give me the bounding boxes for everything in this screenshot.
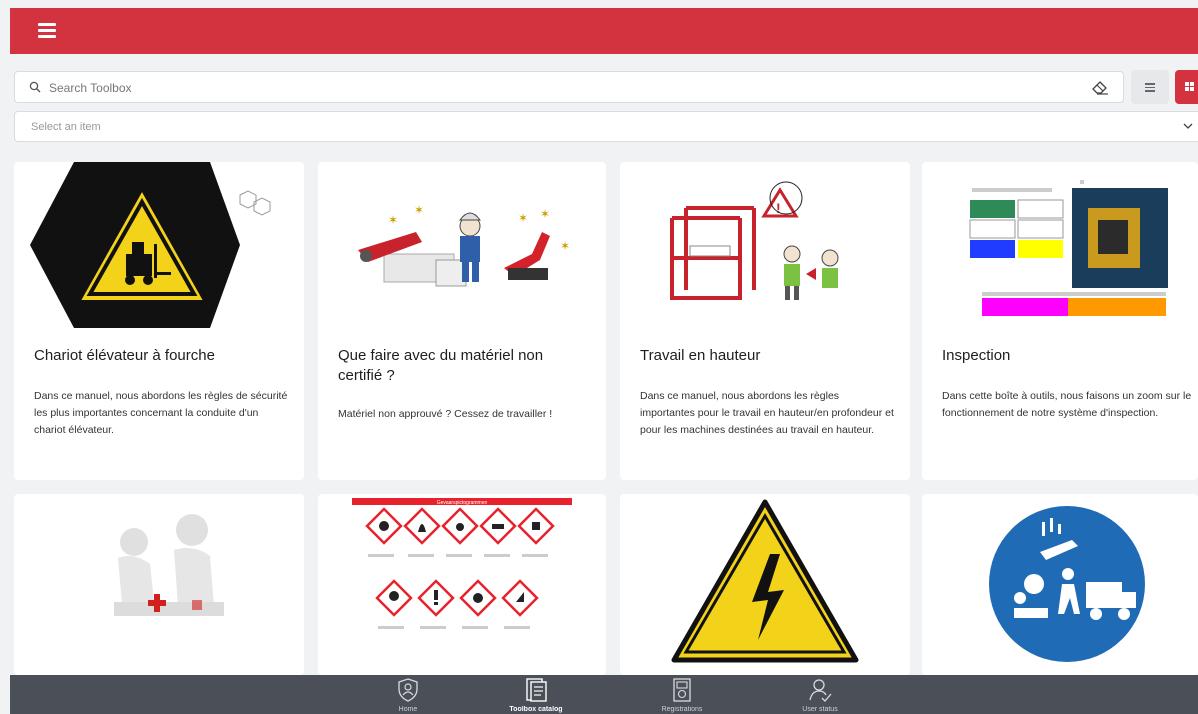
toolbox-card-uncertified-material[interactable]: ✶ ✶ ✶ ✶ ✶ Que faire avec du matériel non… [318, 162, 606, 480]
nav-registrations[interactable]: Registrations [642, 677, 722, 714]
svg-text:✶: ✶ [560, 239, 570, 253]
grid-view-button[interactable] [1175, 70, 1198, 104]
card-description: Dans ce manuel, nous abordons les règles… [640, 390, 894, 436]
shield-home-icon [398, 678, 418, 702]
toolbox-card-maintenance[interactable] [922, 494, 1198, 675]
toolbox-card-first-aid[interactable] [14, 494, 304, 675]
item-select-placeholder: Select an item [31, 121, 101, 133]
bottom-navigation: Home Toolbox catalog Registrations User … [10, 675, 1198, 714]
svg-text:✶: ✶ [414, 203, 424, 217]
card-description: Dans cette boîte à outils, nous faisons … [942, 390, 1192, 419]
forklift-warning-icon [30, 162, 271, 328]
toolbox-card-work-at-height[interactable]: ! Travail en hauteur Dans ce manuel, nou… [620, 162, 910, 480]
card-title: Inspection [942, 347, 1011, 364]
toolbox-card-electrical-hazard[interactable] [620, 494, 910, 675]
nav-toolbox-catalog-label: Toolbox catalog [509, 706, 563, 713]
electrical-hazard-icon [671, 499, 859, 663]
toolbox-card-inspection[interactable]: Inspection Dans cette boîte à outils, no… [922, 162, 1198, 480]
search-input[interactable] [49, 76, 1069, 100]
svg-text:✶: ✶ [540, 207, 550, 221]
card-description: Matériel non approuvé ? Cessez de travai… [338, 408, 553, 420]
card-title: Chariot élévateur à fourche [34, 347, 215, 364]
toolbox-catalog-icon [526, 678, 547, 702]
nav-toolbox-catalog[interactable]: Toolbox catalog [496, 677, 576, 714]
nav-user-status-label: User status [802, 706, 838, 713]
inspection-tags-icon [969, 180, 1168, 316]
top-app-bar [10, 8, 1198, 54]
search-icon [29, 81, 41, 93]
hamburger-menu-icon[interactable] [38, 23, 56, 38]
nav-user-status[interactable]: User status [780, 677, 860, 714]
card-title: Que faire avec du matériel non certifié … [338, 347, 544, 384]
toolbox-card-forklift[interactable]: Chariot élévateur à fourche Dans ce manu… [14, 162, 304, 480]
card-description: Dans ce manuel, nous abordons les règles… [34, 390, 288, 436]
item-select[interactable]: Select an item [14, 111, 1198, 142]
user-status-icon [809, 679, 832, 702]
list-view-button[interactable] [1131, 70, 1169, 104]
svg-text:✶: ✶ [518, 211, 528, 225]
registrations-icon [673, 678, 691, 702]
svg-text:Gevaarspictogrammen: Gevaarspictogrammen [437, 500, 488, 506]
nav-home[interactable]: Home [368, 677, 448, 714]
chevron-down-icon [1183, 123, 1193, 129]
card-title: Travail en hauteur [640, 347, 761, 364]
uncertified-material-illustration-icon: ✶ ✶ ✶ ✶ ✶ [358, 203, 570, 287]
svg-text:!: ! [776, 200, 781, 216]
eraser-icon[interactable] [1091, 79, 1109, 95]
toolbox-card-hazard-pictograms[interactable]: Gevaarspictogrammen [318, 494, 606, 675]
hazard-pictograms-icon: Gevaarspictogrammen [352, 498, 572, 629]
nav-home-label: Home [398, 706, 418, 713]
scaffold-work-at-height-icon: ! [670, 181, 839, 300]
maintenance-sign-icon [989, 506, 1145, 662]
svg-text:✶: ✶ [388, 213, 398, 227]
nav-registrations-label: Registrations [661, 706, 703, 713]
first-aid-figures-icon [114, 514, 224, 616]
search-bar [14, 71, 1124, 103]
